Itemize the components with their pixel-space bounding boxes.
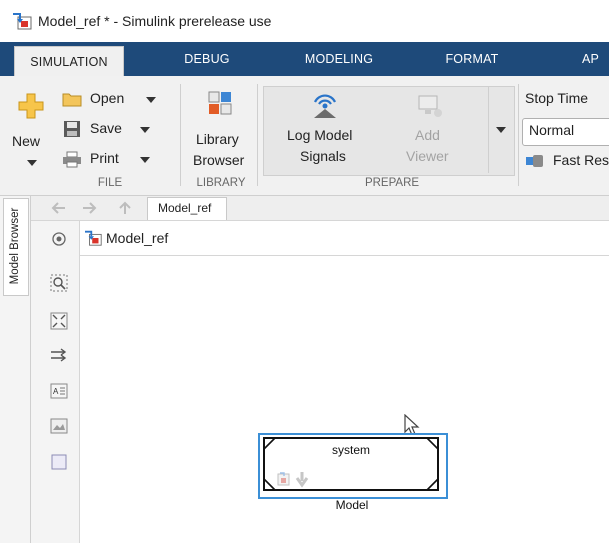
tab-apps[interactable]: AP — [582, 42, 608, 76]
signal-arrow-icon[interactable] — [50, 348, 68, 362]
new-button[interactable]: New — [12, 88, 52, 178]
add-viewer-label-line1: Add — [415, 127, 440, 143]
tab-modeling[interactable]: MODELING — [294, 42, 384, 76]
open-button-label: Open — [90, 90, 125, 106]
open-dropdown-caret[interactable] — [146, 97, 156, 103]
area-icon[interactable] — [51, 454, 67, 470]
zoom-area-icon[interactable] — [50, 274, 68, 292]
library-label-line1: Library — [196, 131, 239, 147]
save-button-label: Save — [90, 120, 122, 136]
model-path[interactable]: Model_ref — [106, 230, 168, 246]
section-divider — [518, 84, 519, 186]
new-plus-icon — [18, 93, 44, 119]
print-button[interactable]: Print — [62, 148, 162, 172]
new-button-label: New — [12, 133, 41, 149]
save-dropdown-caret[interactable] — [140, 127, 150, 133]
log-model-label-line2: Signals — [300, 148, 346, 164]
open-button[interactable]: Open — [62, 88, 162, 112]
fast-restart-button[interactable]: Fast Res — [525, 151, 609, 173]
section-divider — [180, 84, 181, 186]
image-annotation-icon[interactable] — [50, 418, 68, 434]
add-viewer-icon — [418, 95, 442, 117]
annotation-icon[interactable]: A — [50, 383, 68, 399]
print-dropdown-caret[interactable] — [140, 157, 150, 163]
block-name-label[interactable]: Model — [258, 498, 446, 512]
save-button[interactable]: Save — [62, 118, 162, 142]
back-arrow-icon[interactable] — [50, 202, 66, 214]
canvas-palette — [31, 221, 80, 543]
library-section-label: LIBRARY — [196, 177, 246, 189]
up-arrow-icon[interactable] — [118, 201, 132, 215]
forward-arrow-icon[interactable] — [82, 202, 98, 214]
library-browser-icon — [208, 91, 232, 115]
simulation-mode-select[interactable]: Normal — [522, 118, 609, 146]
print-button-label: Print — [90, 150, 119, 166]
window-title: Model_ref * - Simulink prerelease use — [38, 13, 272, 29]
log-model-signals-button[interactable]: Log Model Signals — [280, 88, 370, 172]
fit-to-view-icon[interactable] — [50, 312, 68, 330]
tab-format[interactable]: FORMAT — [434, 42, 510, 76]
folder-icon — [62, 93, 82, 107]
log-model-label-line1: Log Model — [287, 127, 353, 143]
file-section-label: FILE — [97, 177, 123, 189]
ribbon-tab-bar: SIMULATION DEBUG MODELING FORMAT AP — [0, 42, 609, 77]
prepare-gallery-expand[interactable] — [488, 87, 513, 173]
add-viewer-label-line2: Viewer — [406, 148, 449, 164]
simulink-app-icon — [13, 13, 32, 30]
breadcrumb-item[interactable]: Model_ref — [158, 201, 211, 215]
tab-debug[interactable]: DEBUG — [172, 42, 242, 76]
hide-explorer-icon[interactable] — [52, 232, 66, 246]
fast-restart-label: Fast Res — [553, 152, 609, 168]
new-dropdown-caret[interactable] — [27, 160, 37, 166]
chevron-down-icon — [496, 127, 506, 133]
svg-text:A: A — [53, 387, 59, 396]
add-viewer-button[interactable]: Add Viewer — [395, 88, 465, 172]
tab-simulation[interactable]: SIMULATION — [14, 46, 124, 77]
stop-time-label: Stop Time — [525, 90, 589, 106]
prepare-section-label: PREPARE — [364, 177, 420, 189]
library-browser-button[interactable]: Library Browser — [190, 88, 252, 174]
model-reference-icon — [277, 472, 309, 488]
save-disk-icon — [64, 121, 80, 137]
log-signals-icon — [314, 94, 336, 118]
model-browser-label: Model Browser — [9, 207, 21, 285]
block-content-label: system — [331, 443, 370, 457]
fast-restart-icon — [526, 155, 543, 167]
library-label-line2: Browser — [193, 152, 245, 168]
simulation-mode-value: Normal — [529, 122, 575, 138]
model-icon — [85, 230, 102, 246]
section-divider — [257, 84, 258, 186]
printer-icon — [63, 151, 81, 168]
